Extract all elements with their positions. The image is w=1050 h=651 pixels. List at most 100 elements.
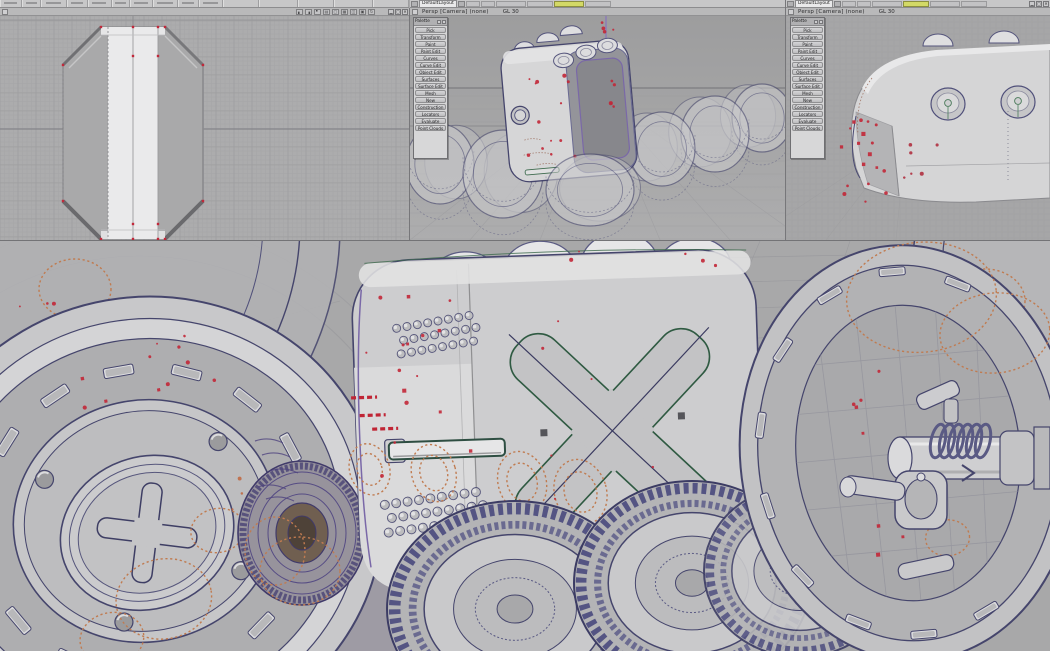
layout-shelf-segment[interactable] [527,1,553,7]
viewport-perspective-main[interactable] [0,240,1050,651]
palette-tab-construction[interactable]: Construction [415,104,446,110]
layout-shelf-segment[interactable] [872,1,902,7]
perspective-scene-main[interactable] [0,241,1050,651]
layout-selector-dropdown[interactable]: DefaultLayout [795,0,833,8]
close-palette-icon[interactable] [442,20,446,24]
palette-tab-paint[interactable]: Paint [792,41,823,47]
perspective-scene-mid[interactable] [410,16,785,240]
palette-tab-mesh[interactable]: Mesh [792,90,823,96]
maximize-window-icon[interactable]: ▢ [1036,1,1042,7]
collapse-window-icon[interactable]: ▁ [388,9,394,15]
layout-shelf-segment[interactable] [857,1,871,7]
layout-shelf-segment[interactable] [496,1,526,7]
palette-tab-pick[interactable]: Pick [792,27,823,33]
palette-tab-object-edit[interactable]: Object Edit [415,69,446,75]
palette-tab-surfaces[interactable]: Surfaces [415,76,446,82]
menu-segment[interactable] [298,0,334,7]
palette-tab-surfaces[interactable]: Surfaces [792,76,823,82]
ortho-scene[interactable] [0,16,409,240]
palette-tab-transform[interactable]: Transform [792,34,823,40]
menu-segment[interactable] [67,0,88,7]
menu-segment[interactable] [223,0,259,7]
menu-segment[interactable] [199,0,223,7]
close-palette-icon[interactable] [819,20,823,24]
palette-tab-locators[interactable]: Locators [792,111,823,117]
layout-shelf-segment[interactable] [481,1,495,7]
menu-segment[interactable] [130,0,152,7]
palette-tab-locators[interactable]: Locators [415,111,446,117]
mid-viewport-titlebar: Persp [Camera] (none) GL 30 [410,8,785,16]
menu-segment[interactable] [88,0,112,7]
palette-tab-pick[interactable]: Pick [415,27,446,33]
palette-tab-evaluate[interactable]: Evaluate [415,118,446,124]
palette-tab-surface-edit[interactable]: Surface Edit [792,83,823,89]
collapse-window-icon[interactable]: ▁ [1029,1,1035,7]
close-window-icon[interactable]: ✕ [1043,1,1049,7]
layout-shelf-segment[interactable] [466,1,480,7]
pan-view-icon[interactable]: ◫ [350,9,357,15]
viewport-corner-icon[interactable] [788,9,794,15]
collapse-palette-icon[interactable] [437,20,441,24]
palette-titlebar[interactable]: Palette [791,18,824,26]
close-window-icon[interactable]: ✕ [402,9,408,15]
camera-select-icon[interactable] [834,1,841,7]
menu-segment[interactable] [334,0,373,7]
palette-tab-construction[interactable]: Construction [792,104,823,110]
layout-shelf-segment[interactable] [930,1,960,7]
curve-display-icon[interactable]: ▗ [305,9,312,15]
palette-titlebar[interactable]: Palette [414,18,447,26]
palette-tab-surface-edit[interactable]: Surface Edit [415,83,446,89]
menu-segment[interactable] [373,0,409,7]
palette-tab-transform[interactable]: Transform [415,34,446,40]
palette-tab-curves[interactable]: Curves [415,55,446,61]
viewport-corner-icon[interactable] [412,9,418,15]
right-viewport-titlebar: Persp [Camera] (none) GL 30 [786,8,1050,16]
palette-tab-curve-edit[interactable]: Curve Edit [415,62,446,68]
window-menu-icon[interactable] [411,1,418,7]
main-menubar [0,0,409,8]
menu-segment[interactable] [178,0,199,7]
layout-selector-dropdown[interactable]: DefaultLayout [419,0,457,8]
layout-shelf-segment[interactable] [554,1,584,7]
layout-shelf-segment[interactable] [585,1,611,7]
palette-tab-paint[interactable]: Paint [415,41,446,47]
point-display-icon[interactable]: ▖ [296,9,303,15]
palette-tab-object-edit[interactable]: Object Edit [792,69,823,75]
maximize-window-icon[interactable]: ▢ [395,9,401,15]
menu-segment[interactable] [41,0,67,7]
camera-select-icon[interactable] [458,1,465,7]
menu-segment[interactable] [259,0,298,7]
viewport-ortho[interactable]: ▖▗▘▤▢▦◫▣↻ ▁▢✕ [0,8,410,240]
layout-shelf-segment[interactable] [961,1,987,7]
menu-segment[interactable] [0,0,22,7]
menu-segment[interactable] [112,0,131,7]
perspective-scene-right[interactable] [786,16,1050,240]
palette-tab-evaluate[interactable]: Evaluate [792,118,823,124]
palette-tab-new[interactable]: New [792,97,823,103]
zoom-view-icon[interactable]: ▣ [359,9,366,15]
palette-tab-mesh[interactable]: Mesh [415,90,446,96]
collapse-palette-icon[interactable] [814,20,818,24]
shaded-mode-icon[interactable]: ▢ [332,9,339,15]
rotate-view-icon[interactable]: ↻ [368,9,375,15]
patch-display-icon[interactable]: ▘ [314,9,321,15]
palette-tab-curves[interactable]: Curves [792,55,823,61]
viewport-corner-icon[interactable] [2,9,8,15]
menu-segment[interactable] [153,0,179,7]
window-menu-icon[interactable] [787,1,794,7]
viewport-perspective-right[interactable]: DefaultLayout Persp [Camera] (none) GL 3… [786,0,1050,240]
mid-viewport-display-mode: GL 30 [503,9,519,15]
palette-tab-point-clouds[interactable]: Point Clouds [415,125,446,131]
menu-segment[interactable] [22,0,41,7]
palette-tab-curve-edit[interactable]: Curve Edit [792,62,823,68]
layout-shelf-segment[interactable] [842,1,856,7]
grid-toggle-icon[interactable]: ▦ [341,9,348,15]
layout-shelf-segment[interactable] [903,1,929,7]
palette-tab-paint-edit[interactable]: Paint Edit [415,48,446,54]
viewport-perspective-mid[interactable]: DefaultLayout Persp [Camera] (none) GL 3… [410,0,786,240]
wireframe-mode-icon[interactable]: ▤ [323,9,330,15]
palette-tab-point-clouds[interactable]: Point Clouds [792,125,823,131]
palette-tab-paint-edit[interactable]: Paint Edit [792,48,823,54]
palette-tab-new[interactable]: New [415,97,446,103]
palette-body: PickTransformPaintPaint EditCurvesCurve … [791,26,824,158]
